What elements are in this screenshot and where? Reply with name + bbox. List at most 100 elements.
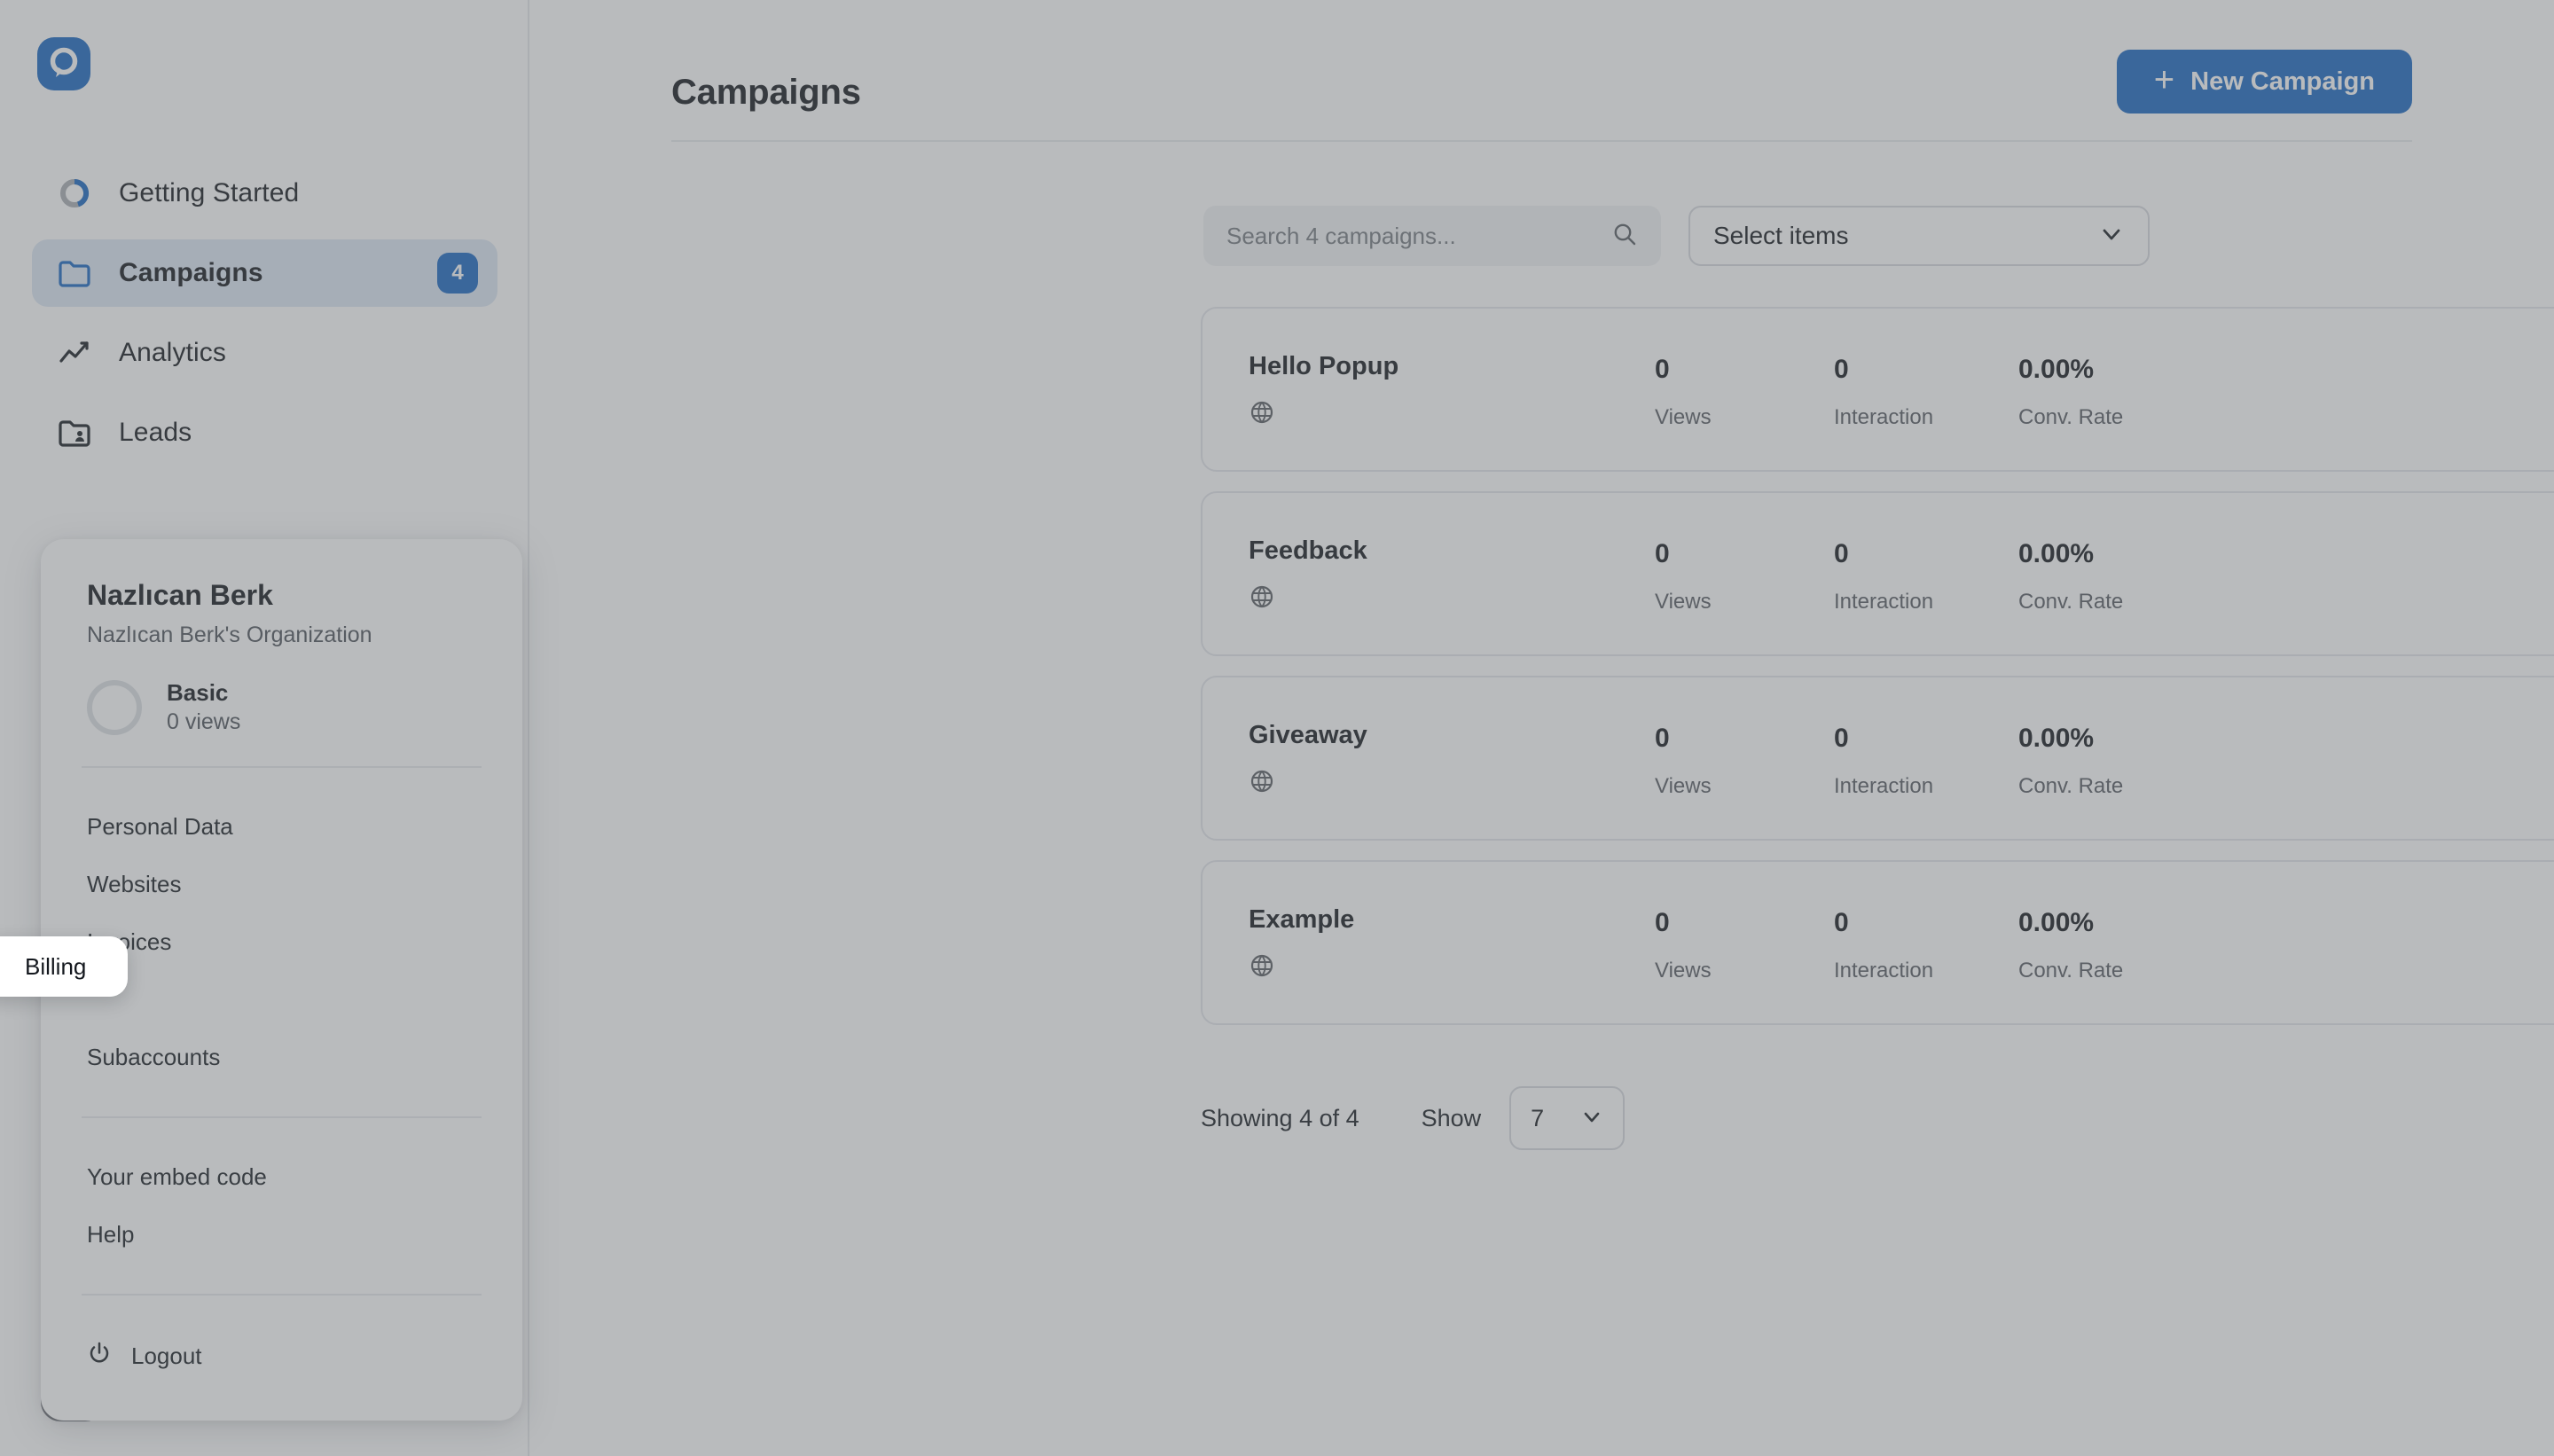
power-icon bbox=[87, 1341, 112, 1372]
new-campaign-label: New Campaign bbox=[2190, 67, 2375, 96]
campaign-identity: Feedback bbox=[1249, 536, 1621, 614]
campaign-row[interactable]: Hello Popup 0 Views 0 Interaction 0.00% … bbox=[1201, 307, 2554, 472]
campaign-name: Giveaway bbox=[1249, 721, 1367, 749]
sidebar-item-label: Leads bbox=[119, 418, 192, 447]
brand-logo-icon[interactable] bbox=[37, 37, 90, 90]
menu-item-billing-highlighted[interactable]: Billing bbox=[0, 936, 128, 997]
campaign-identity: Hello Popup bbox=[1249, 352, 1621, 430]
stat-label: Interaction bbox=[1834, 958, 1934, 982]
globe-icon bbox=[1249, 768, 1621, 799]
stat-interaction: 0 Interaction bbox=[1834, 355, 1933, 430]
stat-label: Conv. Rate bbox=[2018, 404, 2124, 429]
campaigns-toolbar: Select items Last added bbox=[1203, 206, 2554, 266]
stat-value: 0 bbox=[1834, 355, 1849, 384]
stat-conversion-rate: 0.00% Conv. Rate bbox=[2018, 539, 2123, 614]
stat-interaction: 0 Interaction bbox=[1834, 539, 1933, 614]
menu-item-logout[interactable]: Logout bbox=[41, 1326, 522, 1387]
menu-item-embed-code[interactable]: Your embed code bbox=[41, 1148, 522, 1206]
campaigns-count-badge: 4 bbox=[437, 253, 478, 294]
show-label: Show bbox=[1421, 1104, 1482, 1131]
stat-views: 0 Views bbox=[1655, 539, 1712, 614]
folder-icon bbox=[55, 254, 94, 293]
chevron-down-icon bbox=[2098, 221, 2125, 252]
select-items-label: Select items bbox=[1713, 222, 1849, 249]
menu-item-personal-data[interactable]: Personal Data bbox=[41, 798, 522, 856]
campaign-row[interactable]: Example 0 Views 0 Interaction 0.00% Conv… bbox=[1201, 860, 2554, 1025]
campaign-row[interactable]: Feedback 0 Views 0 Interaction 0.00% Con… bbox=[1201, 491, 2554, 656]
stat-value: 0.00% bbox=[2018, 908, 2095, 937]
menu-divider bbox=[82, 766, 482, 769]
stat-label: Interaction bbox=[1834, 404, 1934, 429]
folder-user-icon bbox=[55, 413, 94, 452]
menu-divider bbox=[82, 1294, 482, 1296]
menu-divider bbox=[82, 1116, 482, 1119]
stat-value: 0 bbox=[1834, 724, 1849, 753]
stat-label: Interaction bbox=[1834, 773, 1934, 798]
campaign-name: Example bbox=[1249, 905, 1355, 934]
main-content: Campaigns + New Campaign Select items bbox=[529, 0, 2554, 1456]
globe-icon bbox=[1249, 583, 1621, 614]
sidebar-item-label: Campaigns bbox=[119, 258, 263, 287]
campaign-name: Feedback bbox=[1249, 536, 1367, 565]
menu-item-subaccounts[interactable]: Subaccounts bbox=[41, 1029, 522, 1086]
menu-item-help[interactable]: Help bbox=[41, 1206, 522, 1264]
plan-summary: Basic 0 views bbox=[41, 678, 522, 736]
sidebar-item-campaigns[interactable]: Campaigns 4 bbox=[32, 239, 497, 307]
page-size-value: 7 bbox=[1531, 1104, 1545, 1131]
stat-label: Conv. Rate bbox=[2018, 589, 2124, 614]
campaign-list: Hello Popup 0 Views 0 Interaction 0.00% … bbox=[1201, 307, 2554, 1045]
stat-value: 0.00% bbox=[2018, 355, 2095, 384]
sidebar-nav: Getting Started Campaigns 4 Analytics Le… bbox=[0, 160, 529, 479]
plan-ring-icon bbox=[87, 679, 142, 735]
stat-value: 0 bbox=[1655, 355, 1670, 384]
app-root: Getting Started Campaigns 4 Analytics Le… bbox=[0, 0, 2554, 1456]
stat-label: Views bbox=[1655, 958, 1712, 982]
stat-value: 0 bbox=[1655, 724, 1670, 753]
progress-ring-icon bbox=[55, 174, 94, 213]
showing-count: Showing 4 of 4 bbox=[1201, 1104, 1359, 1131]
stat-label: Conv. Rate bbox=[2018, 773, 2124, 798]
plan-name: Basic bbox=[167, 679, 229, 707]
stat-label: Views bbox=[1655, 773, 1712, 798]
stat-value: 0 bbox=[1655, 908, 1670, 937]
menu-user-name: Nazlıcan Berk bbox=[87, 579, 273, 611]
stat-views: 0 Views bbox=[1655, 355, 1712, 430]
stat-value: 0.00% bbox=[2018, 539, 2095, 568]
search-icon[interactable] bbox=[1611, 221, 1638, 252]
stat-label: Views bbox=[1655, 404, 1712, 429]
logout-label: Logout bbox=[131, 1342, 202, 1370]
stat-value: 0 bbox=[1834, 908, 1849, 937]
sidebar-item-label: Analytics bbox=[119, 338, 226, 367]
campaign-identity: Giveaway bbox=[1249, 721, 1621, 799]
sidebar-item-analytics[interactable]: Analytics bbox=[32, 319, 497, 387]
search-input[interactable] bbox=[1226, 222, 1611, 250]
globe-icon bbox=[1249, 399, 1621, 430]
page-title: Campaigns bbox=[671, 73, 861, 112]
plan-views: 0 views bbox=[167, 708, 241, 734]
sidebar-item-label: Getting Started bbox=[119, 178, 300, 207]
stat-views: 0 Views bbox=[1655, 908, 1712, 983]
sidebar-item-leads[interactable]: Leads bbox=[32, 399, 497, 466]
sidebar-item-getting-started[interactable]: Getting Started bbox=[32, 160, 497, 227]
line-chart-icon bbox=[55, 333, 94, 372]
select-items-dropdown[interactable]: Select items bbox=[1688, 206, 2150, 266]
stat-label: Conv. Rate bbox=[2018, 958, 2124, 982]
globe-icon bbox=[1249, 952, 1621, 983]
stat-value: 0 bbox=[1655, 539, 1670, 568]
page-size-select[interactable]: 7 bbox=[1509, 1086, 1626, 1150]
menu-item-websites[interactable]: Websites bbox=[41, 856, 522, 913]
plus-icon: + bbox=[2153, 60, 2175, 99]
stat-conversion-rate: 0.00% Conv. Rate bbox=[2018, 908, 2123, 983]
stat-interaction: 0 Interaction bbox=[1834, 724, 1933, 799]
menu-user-organization: Nazlıcan Berk's Organization bbox=[87, 622, 372, 648]
search-box[interactable] bbox=[1203, 206, 1661, 266]
stat-views: 0 Views bbox=[1655, 724, 1712, 799]
stat-label: Interaction bbox=[1834, 589, 1934, 614]
stat-conversion-rate: 0.00% Conv. Rate bbox=[2018, 355, 2123, 430]
campaign-row[interactable]: Giveaway 0 Views 0 Interaction 0.00% Con… bbox=[1201, 676, 2554, 841]
stat-label: Views bbox=[1655, 589, 1712, 614]
chevron-down-icon bbox=[1580, 1105, 1603, 1132]
stat-value: 0.00% bbox=[2018, 724, 2095, 753]
menu-item-billing-label: Billing bbox=[25, 952, 87, 980]
new-campaign-button[interactable]: + New Campaign bbox=[2116, 50, 2412, 114]
